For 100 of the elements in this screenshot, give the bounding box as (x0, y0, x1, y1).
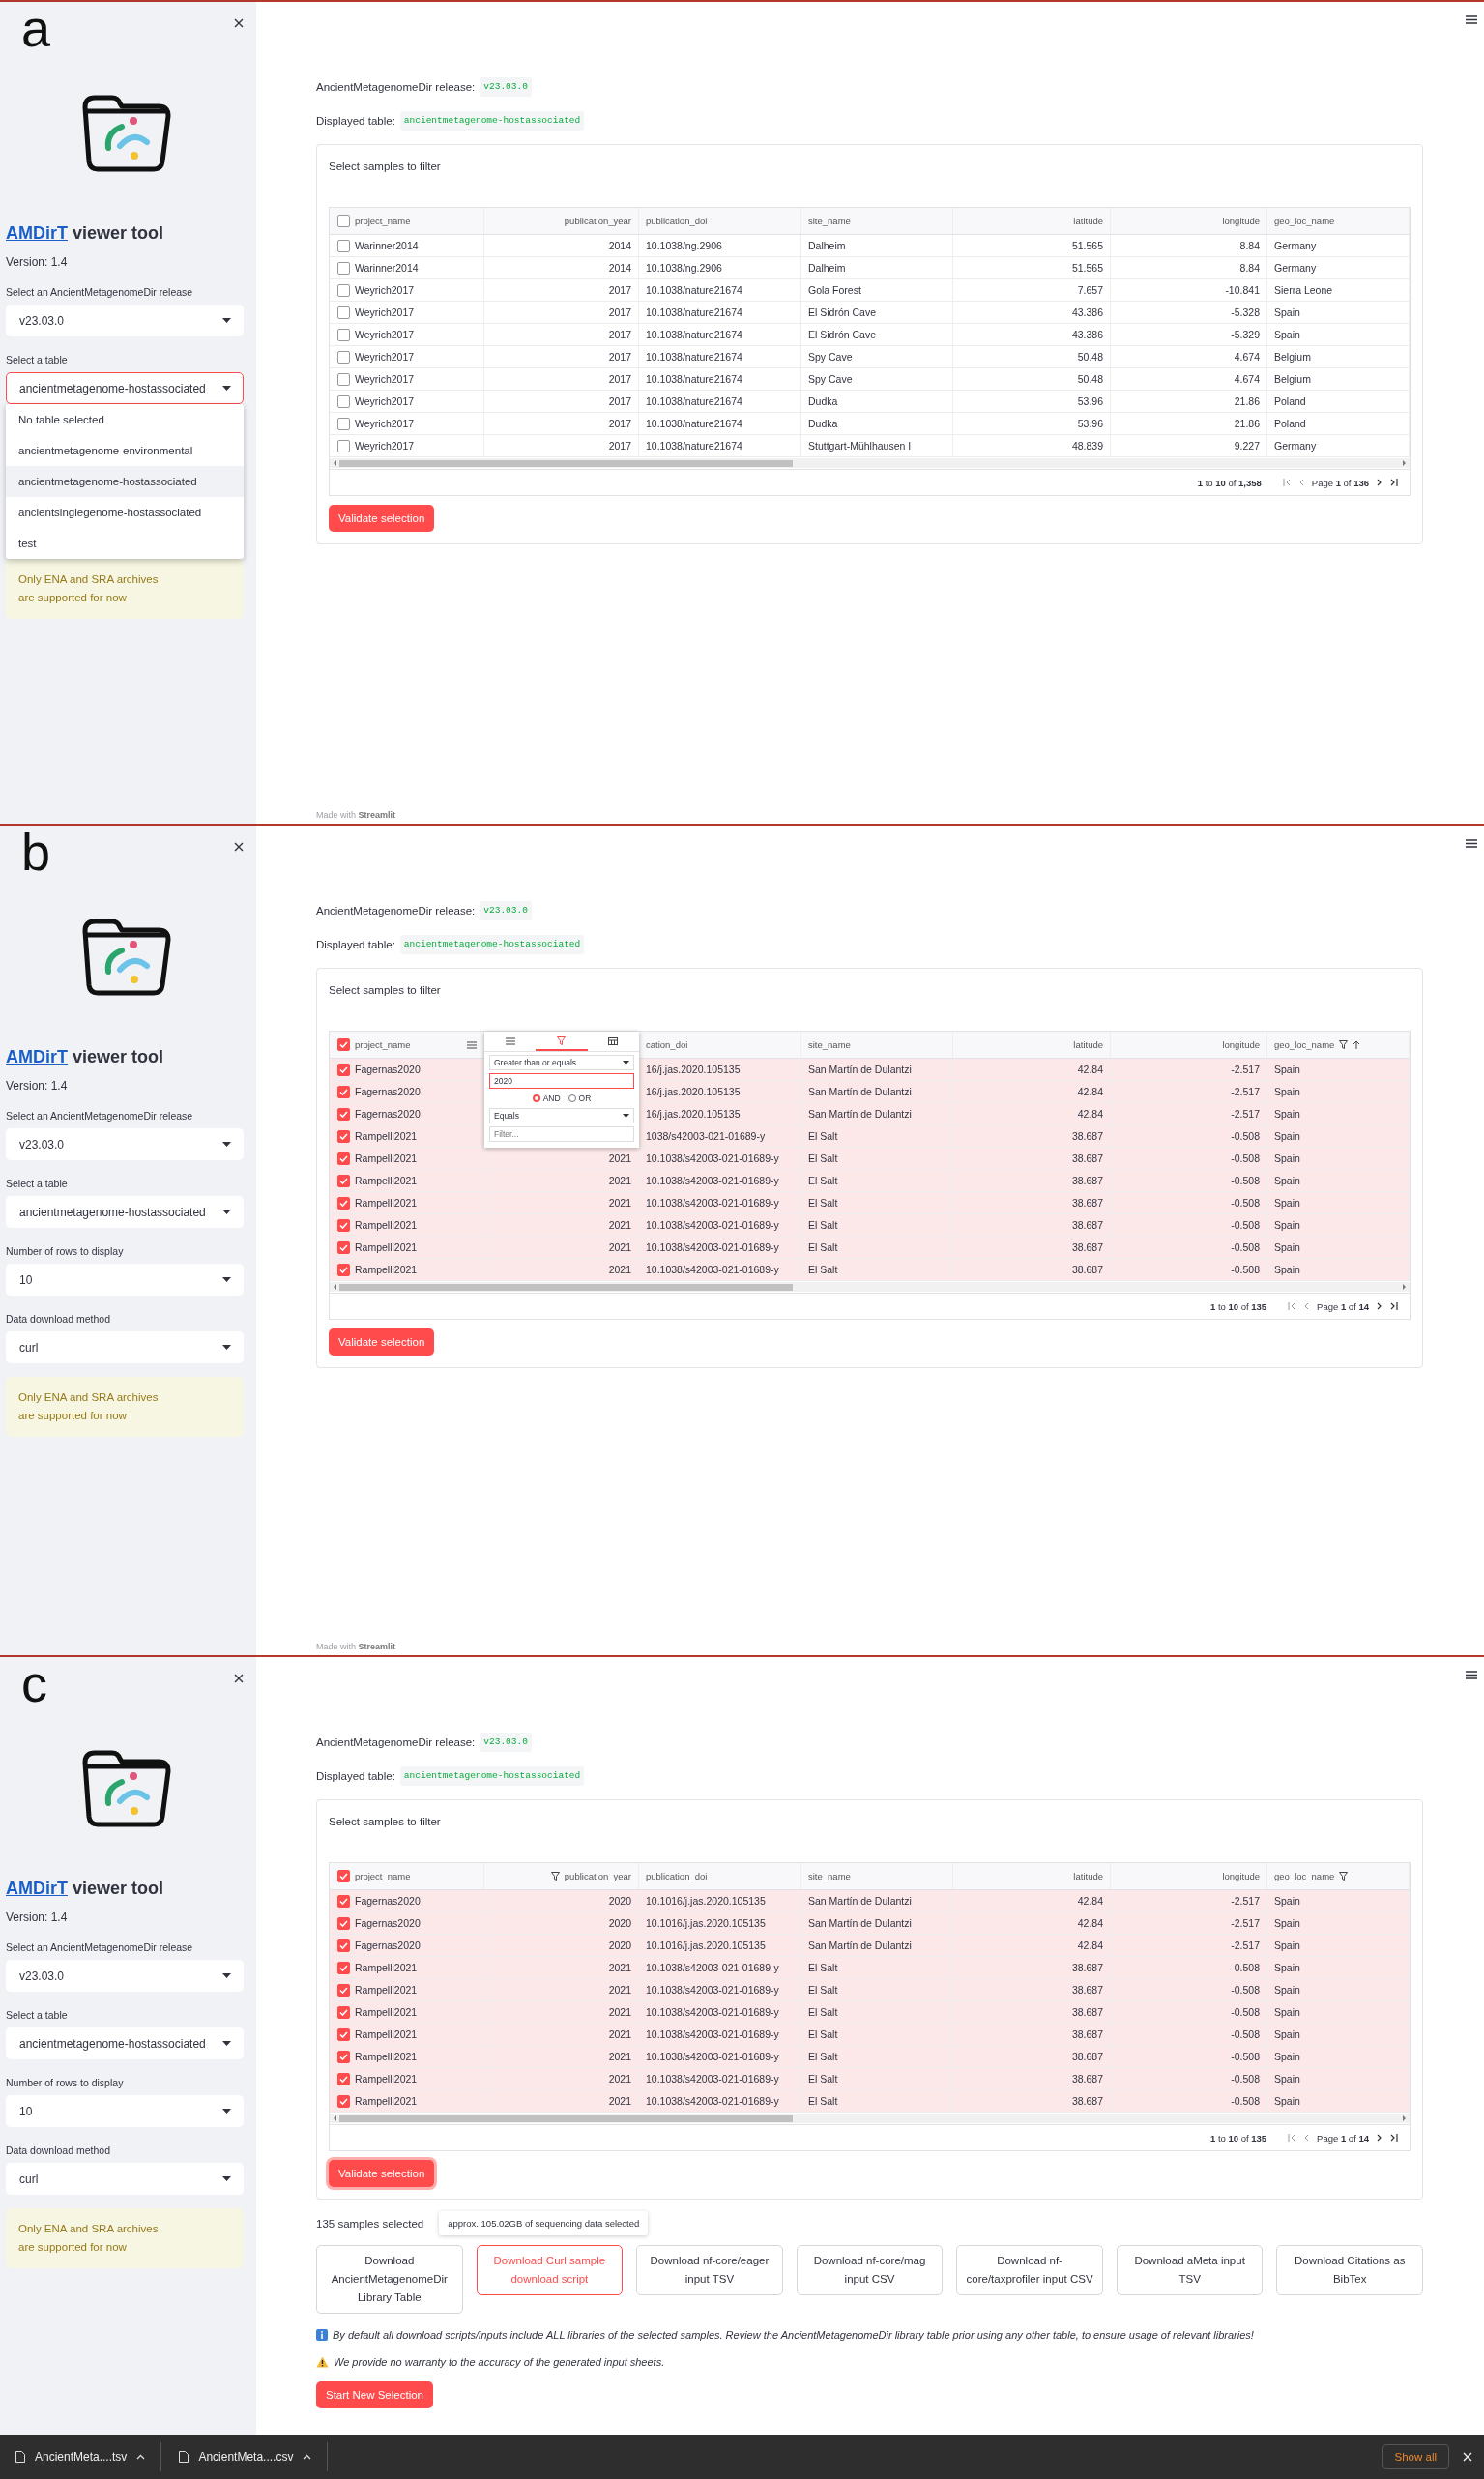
row-checkbox[interactable] (337, 417, 350, 430)
row-checkbox[interactable] (337, 1983, 350, 1997)
column-header[interactable]: latitude (1073, 216, 1103, 226)
select-all-checkbox[interactable] (337, 1038, 350, 1051)
close-icon[interactable] (234, 18, 244, 28)
row-checkbox[interactable] (337, 1063, 350, 1076)
close-icon[interactable] (234, 842, 244, 852)
column-header[interactable]: project_name (355, 1871, 411, 1881)
select-field[interactable]: ancientmetagenome-hostassociated (6, 372, 244, 404)
row-checkbox[interactable] (337, 283, 350, 297)
select-field[interactable]: v23.03.0 (6, 305, 244, 336)
row-checkbox[interactable] (337, 2005, 350, 2019)
download-button[interactable]: Download AncientMetagenomeDir Library Table (316, 2245, 463, 2314)
chevron-up-icon[interactable] (303, 2454, 312, 2460)
column-menu-icon[interactable] (467, 1040, 477, 1049)
select-field[interactable]: curl (6, 1331, 244, 1363)
column-header[interactable]: longitude (1222, 216, 1260, 226)
select-field[interactable]: v23.03.0 (6, 1960, 244, 1992)
filter-icon[interactable] (1339, 1872, 1349, 1881)
app-title-link[interactable]: AMDirT (6, 1879, 68, 1898)
row-checkbox[interactable] (337, 2072, 350, 2085)
column-header[interactable]: site_name (808, 216, 851, 226)
horizontal-scrollbar[interactable] (330, 1282, 1410, 1292)
row-checkbox[interactable] (337, 1085, 350, 1098)
column-header[interactable]: latitude (1073, 1871, 1103, 1881)
select-all-checkbox[interactable] (337, 215, 350, 227)
row-checkbox[interactable] (337, 1196, 350, 1210)
row-checkbox[interactable] (337, 439, 350, 452)
row-checkbox[interactable] (337, 306, 350, 319)
app-title-link[interactable]: AMDirT (6, 1047, 68, 1066)
last-page-icon[interactable] (1390, 1302, 1398, 1310)
row-checkbox[interactable] (337, 394, 350, 408)
column-header[interactable]: publication_doi (646, 216, 708, 226)
horizontal-scrollbar[interactable] (330, 2114, 1410, 2123)
select-field[interactable]: v23.03.0 (6, 1128, 244, 1160)
show-all-button[interactable]: Show all (1382, 2444, 1449, 2469)
next-page-icon[interactable] (1377, 2134, 1382, 2142)
first-page-icon[interactable] (1288, 2134, 1296, 2142)
dropdown-option[interactable]: No table selected (6, 404, 244, 435)
select-field[interactable]: ancientmetagenome-hostassociated (6, 2027, 244, 2059)
join-radio[interactable]: AND (532, 1094, 561, 1103)
streamlit-link[interactable]: Streamlit (358, 810, 396, 820)
select-field[interactable]: curl (6, 2163, 244, 2195)
select-field[interactable]: 10 (6, 2095, 244, 2127)
download-name[interactable]: AncientMeta....csv (198, 2450, 294, 2464)
app-title-link[interactable]: AMDirT (6, 223, 68, 243)
row-checkbox[interactable] (337, 1152, 350, 1165)
column-header[interactable]: geo_loc_name (1274, 1871, 1335, 1881)
horizontal-scrollbar[interactable] (330, 458, 1410, 468)
download-button[interactable]: Download nf-core/mag input CSV (796, 2245, 944, 2295)
sort-up-icon[interactable] (1353, 1040, 1361, 1049)
previous-page-icon[interactable] (1297, 479, 1304, 486)
dropdown-option[interactable]: ancientmetagenome-environmental (6, 435, 244, 466)
chevron-up-icon[interactable] (136, 2454, 146, 2460)
column-header[interactable]: publication_doi (646, 1871, 708, 1881)
download-button[interactable]: Download Citations as BibTex (1276, 2245, 1423, 2295)
row-checkbox[interactable] (337, 372, 350, 386)
menu-icon[interactable] (1466, 15, 1477, 24)
column-header[interactable]: publication_year (564, 1871, 631, 1881)
previous-page-icon[interactable] (1303, 1302, 1310, 1310)
download-button[interactable]: Download nf-core/eager input TSV (636, 2245, 783, 2295)
filter-value-input[interactable]: 2020 (489, 1073, 634, 1089)
next-page-icon[interactable] (1377, 479, 1382, 486)
column-header[interactable]: longitude (1222, 1871, 1260, 1881)
column-header[interactable]: project_name (355, 1039, 411, 1050)
download-button[interactable]: Download nf-core/taxprofiler input CSV (956, 2245, 1103, 2295)
row-checkbox[interactable] (337, 1174, 350, 1187)
row-checkbox[interactable] (337, 1218, 350, 1232)
row-checkbox[interactable] (337, 1894, 350, 1908)
row-checkbox[interactable] (337, 2050, 350, 2063)
filter-icon[interactable] (550, 1872, 560, 1881)
column-header[interactable]: publication_year (564, 216, 631, 226)
streamlit-link[interactable]: Streamlit (358, 1642, 396, 1651)
row-checkbox[interactable] (337, 1916, 350, 1930)
row-checkbox[interactable] (337, 1939, 350, 1952)
row-checkbox[interactable] (337, 1961, 350, 1974)
select-field[interactable]: ancientmetagenome-hostassociated (6, 1196, 244, 1228)
column-header[interactable]: latitude (1073, 1039, 1103, 1050)
select-all-checkbox[interactable] (337, 1870, 350, 1882)
row-checkbox[interactable] (337, 239, 350, 252)
row-checkbox[interactable] (337, 1129, 350, 1143)
download-name[interactable]: AncientMeta....tsv (35, 2450, 128, 2464)
column-header[interactable]: geo_loc_name (1274, 1039, 1335, 1050)
column-header[interactable]: cation_doi (646, 1039, 688, 1050)
join-radio[interactable]: OR (567, 1094, 592, 1103)
row-checkbox[interactable] (337, 2094, 350, 2108)
row-checkbox[interactable] (337, 261, 350, 275)
filter-icon[interactable] (1339, 1040, 1349, 1049)
row-checkbox[interactable] (337, 328, 350, 341)
next-page-icon[interactable] (1377, 1302, 1382, 1310)
select-field[interactable]: 10 (6, 1264, 244, 1296)
row-checkbox[interactable] (337, 1240, 350, 1254)
row-checkbox[interactable] (337, 1107, 350, 1121)
dropdown-option[interactable]: ancientsinglegenome-hostassociated (6, 497, 244, 528)
column-header[interactable]: project_name (355, 216, 411, 226)
row-checkbox[interactable] (337, 350, 350, 364)
filter-input[interactable]: Filter... (489, 1126, 634, 1142)
previous-page-icon[interactable] (1303, 2134, 1310, 2142)
dropdown-option[interactable]: test (6, 528, 244, 559)
dropdown-option[interactable]: ancientmetagenome-hostassociated (6, 466, 244, 497)
